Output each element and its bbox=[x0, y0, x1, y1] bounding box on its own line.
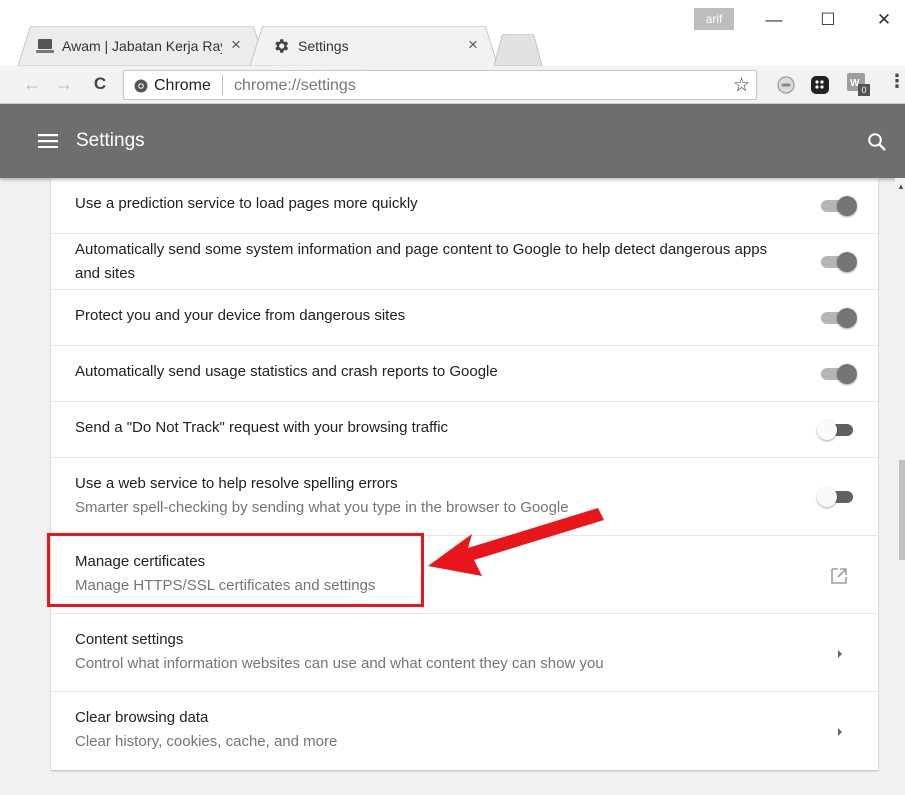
setting-row-prediction-service[interactable]: Use a prediction service to load pages m… bbox=[51, 178, 878, 234]
forward-button[interactable]: → bbox=[52, 72, 76, 96]
settings-header: Settings bbox=[0, 104, 905, 178]
tab-title: Settings bbox=[298, 38, 349, 54]
safe-browsing-toggle[interactable] bbox=[817, 307, 857, 329]
setting-description: Control what information websites can us… bbox=[75, 655, 604, 672]
setting-label: Use a prediction service to load pages m… bbox=[75, 195, 418, 212]
privacy-settings-card: Use a prediction service to load pages m… bbox=[51, 178, 878, 770]
close-window-button[interactable]: ✕ bbox=[864, 6, 904, 34]
minimize-button[interactable]: — bbox=[754, 6, 794, 34]
setting-label: Automatically send some system informati… bbox=[75, 241, 768, 282]
new-tab-button[interactable] bbox=[494, 34, 544, 66]
settings-page: Use a prediction service to load pages m… bbox=[0, 178, 905, 795]
page-title: Settings bbox=[76, 130, 145, 151]
usage-statistics-toggle[interactable] bbox=[817, 363, 857, 385]
setting-row-do-not-track[interactable]: Send a "Do Not Track" request with your … bbox=[51, 402, 878, 458]
setting-label: Automatically send usage statistics and … bbox=[75, 363, 498, 380]
setting-row-usage-statistics[interactable]: Automatically send usage statistics and … bbox=[51, 346, 878, 402]
detect-dangerous-toggle[interactable] bbox=[817, 251, 857, 273]
extension-badge-count: 0 bbox=[858, 84, 870, 96]
omnibox-site-label: Chrome bbox=[154, 77, 211, 94]
back-button[interactable]: ← bbox=[20, 72, 44, 96]
wp-extension-icon[interactable]: W 0 bbox=[845, 71, 875, 99]
setting-row-clear-browsing-data[interactable]: Clear browsing data Clear history, cooki… bbox=[51, 692, 878, 770]
prediction-service-toggle[interactable] bbox=[817, 195, 857, 217]
page-scrollbar-thumb[interactable] bbox=[899, 460, 905, 560]
omnibox-url[interactable]: chrome://settings bbox=[234, 77, 356, 95]
tab-settings[interactable]: Settings × bbox=[250, 26, 498, 66]
tab-title: Awam | Jabatan Kerja Raya bbox=[62, 38, 222, 54]
chevron-right-icon bbox=[838, 728, 842, 736]
browser-menu-icon[interactable]: ⋮ bbox=[888, 71, 905, 92]
do-not-track-toggle[interactable] bbox=[817, 419, 857, 441]
bookmark-star-icon[interactable]: ☆ bbox=[733, 74, 750, 97]
browser-toolbar: ← → C Chrome chrome://settings ☆ W 0 ⋮ bbox=[0, 66, 905, 104]
tab-close-icon[interactable]: × bbox=[231, 36, 241, 54]
setting-label: Use a web service to help resolve spelli… bbox=[75, 475, 398, 492]
gear-favicon-icon bbox=[275, 39, 289, 53]
manage-certificates-highlight bbox=[47, 533, 424, 607]
chevron-right-icon bbox=[838, 650, 842, 658]
address-bar[interactable]: Chrome chrome://settings ☆ bbox=[123, 70, 757, 100]
blackberry-extension-icon[interactable] bbox=[810, 75, 830, 95]
tab-awam-jabatan[interactable]: Awam | Jabatan Kerja Raya × bbox=[18, 26, 266, 66]
setting-description: Clear history, cookies, cache, and more bbox=[75, 733, 338, 750]
setting-row-safe-browsing[interactable]: Protect you and your device from dangero… bbox=[51, 290, 878, 346]
setting-row-content-settings[interactable]: Content settings Control what informatio… bbox=[51, 614, 878, 692]
setting-row-detect-dangerous[interactable]: Automatically send some system informati… bbox=[51, 234, 878, 290]
red-pointer-arrow-icon bbox=[428, 508, 604, 576]
setting-label: Protect you and your device from dangero… bbox=[75, 307, 406, 324]
open-in-new-icon[interactable] bbox=[829, 566, 849, 586]
tab-close-icon[interactable]: × bbox=[468, 36, 478, 54]
scroll-up-arrow-icon[interactable]: ▲ bbox=[897, 182, 905, 191]
setting-label: Content settings bbox=[75, 631, 184, 648]
browser-titlebar: Awam | Jabatan Kerja Raya × Settings × a… bbox=[0, 0, 905, 66]
user-profile-badge[interactable]: arif bbox=[694, 8, 734, 30]
hamburger-menu-icon[interactable] bbox=[38, 134, 58, 148]
spelling-service-toggle[interactable] bbox=[817, 486, 857, 508]
omnibox-separator bbox=[222, 75, 223, 95]
setting-label: Send a "Do Not Track" request with your … bbox=[75, 419, 449, 436]
laptop-favicon-icon bbox=[36, 39, 54, 53]
chat-extension-icon[interactable] bbox=[776, 75, 796, 95]
chrome-logo-icon bbox=[134, 79, 148, 93]
setting-label: Clear browsing data bbox=[75, 709, 209, 726]
search-icon[interactable] bbox=[867, 132, 887, 152]
reload-button[interactable]: C bbox=[88, 72, 112, 96]
maximize-button[interactable]: ☐ bbox=[808, 6, 848, 34]
